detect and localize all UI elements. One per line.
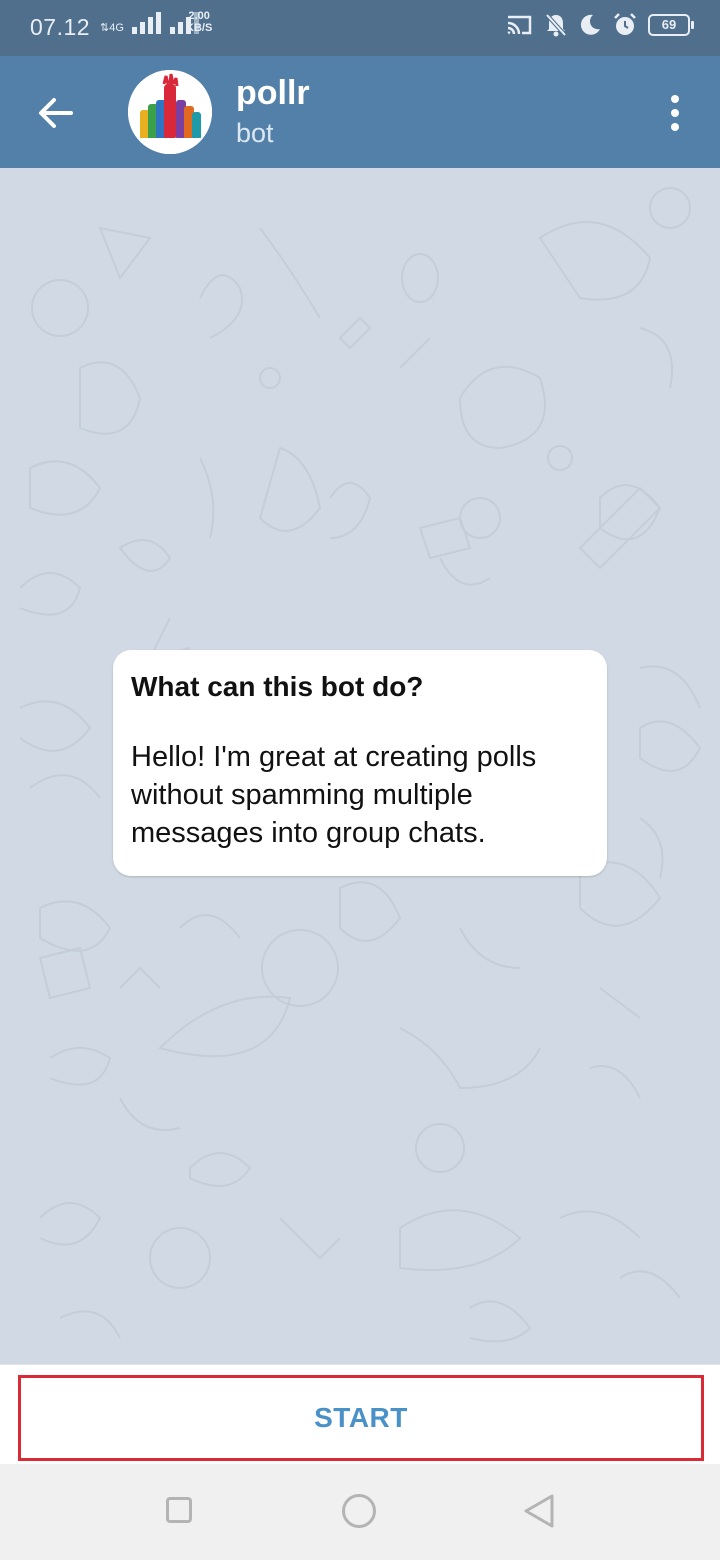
signal-icon xyxy=(131,12,161,34)
bot-description-text: Hello! I'm great at creating polls witho… xyxy=(131,741,537,849)
status-bar: 07.12 ⇅4G 2.00 KB/S 69 xyxy=(0,0,720,56)
bot-description-title: What can this bot do? xyxy=(131,671,424,702)
status-time: 07.12 xyxy=(30,14,91,40)
system-navigation-bar xyxy=(0,1464,720,1560)
more-vert-icon xyxy=(671,95,679,103)
data-speed: 2.00 KB/S xyxy=(186,10,213,34)
bot-description-card: What can this bot do? Hello! I'm great a… xyxy=(113,650,607,876)
nav-back-icon[interactable] xyxy=(522,1493,556,1529)
chat-title: pollr xyxy=(236,74,310,112)
network-type-label: ⇅4G xyxy=(100,22,124,34)
start-button[interactable]: START xyxy=(18,1375,704,1461)
moon-icon xyxy=(580,14,600,35)
bottom-action-bar: START xyxy=(0,1364,720,1465)
cast-icon xyxy=(507,15,532,35)
raised-hands-logo-icon xyxy=(128,70,212,154)
alarm-icon xyxy=(614,13,636,35)
recent-apps-icon[interactable] xyxy=(166,1497,192,1523)
chat-background: What can this bot do? Hello! I'm great a… xyxy=(0,168,720,1364)
data-arrows-icon: ⇅ xyxy=(100,22,110,34)
battery-icon: 69 xyxy=(648,14,694,36)
more-options-button[interactable] xyxy=(660,90,690,136)
chat-subtitle: bot xyxy=(236,118,274,148)
mute-bell-icon xyxy=(545,13,567,37)
back-arrow-icon xyxy=(39,98,73,128)
chat-header: pollr bot xyxy=(0,56,720,168)
status-icons-right: 69 xyxy=(506,12,694,38)
back-button[interactable] xyxy=(30,88,80,138)
home-icon[interactable] xyxy=(342,1494,376,1528)
network-indicators: ⇅4G xyxy=(100,12,200,34)
bot-avatar[interactable] xyxy=(128,70,212,154)
